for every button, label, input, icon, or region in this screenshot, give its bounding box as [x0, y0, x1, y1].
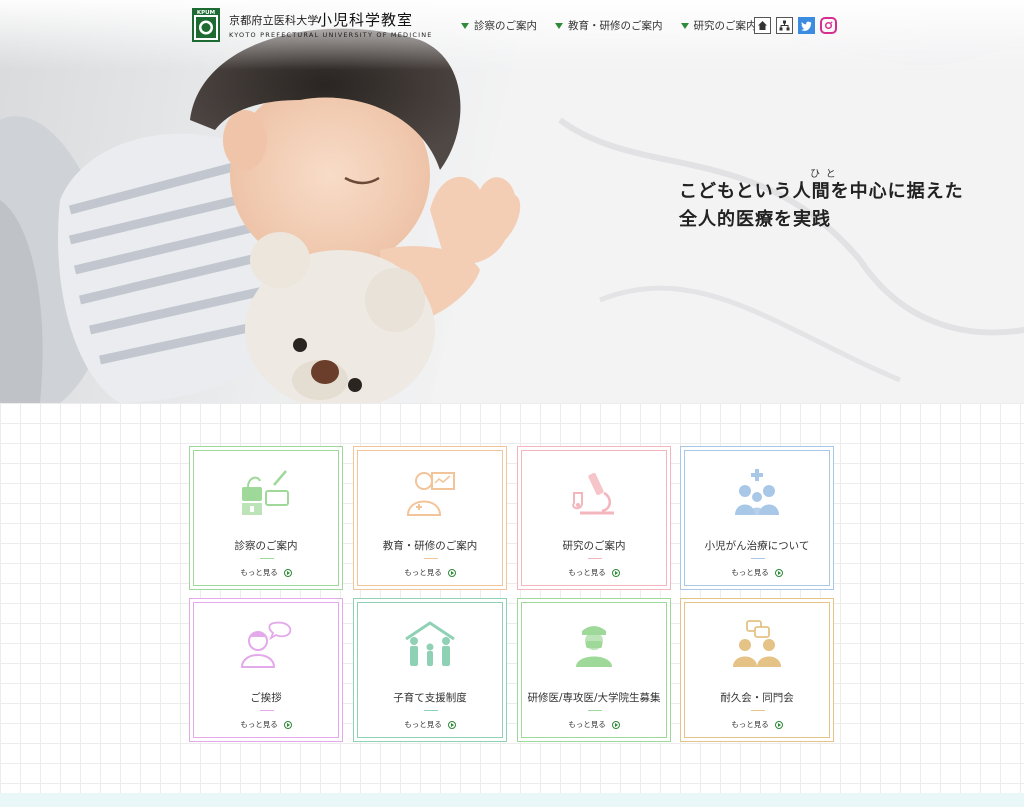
- surgeon-icon: [576, 626, 612, 667]
- catch-line-1: こどもという人間を中心に据えた: [679, 181, 964, 202]
- nav-label: 診察のご案内: [474, 20, 537, 32]
- home-icon[interactable]: [754, 17, 771, 34]
- header-icons: [754, 17, 837, 34]
- card-title: 診察のご案内: [234, 540, 298, 552]
- hero-image: ひと こどもという人間を中心に据えた 全人的医療を実践: [0, 0, 1024, 403]
- logo-department-name[interactable]: 小児科学教室: [317, 9, 413, 30]
- card-title: ご挨拶: [250, 692, 282, 704]
- menu-card-6[interactable]: 子育て支援制度 もっと見る: [353, 598, 507, 742]
- more-link[interactable]: もっと見る: [681, 719, 833, 730]
- card-underline: [424, 710, 438, 711]
- meeting-people-icon: [733, 620, 781, 667]
- logo-english-name: KYOTO PREFECTURAL UNIVERSITY OF MEDICINE: [229, 31, 433, 39]
- card-title: 教育・研修のご案内: [382, 540, 478, 552]
- card-underline: [260, 710, 274, 711]
- more-link-label: もっと見る: [731, 720, 769, 729]
- arrow-right-circle-icon: [447, 568, 456, 577]
- triangle-down-icon: [555, 22, 563, 29]
- footer-strip: [0, 793, 1024, 807]
- nav-item-clinic[interactable]: 診察のご案内: [461, 18, 537, 33]
- site-header: KPUM 京都府立医科大学 小児科学教室 KYOTO PREFECTURAL U…: [0, 0, 1024, 52]
- family-medical-icon: [735, 469, 779, 515]
- more-link[interactable]: もっと見る: [518, 719, 670, 730]
- kpum-logo-icon[interactable]: KPUM: [192, 8, 220, 42]
- card-title: 耐久会・同門会: [720, 692, 794, 704]
- triangle-down-icon: [680, 22, 689, 29]
- more-link-label: もっと見る: [731, 568, 769, 577]
- nav-item-education[interactable]: 教育・研修のご案内: [555, 18, 663, 33]
- card-underline: [424, 558, 438, 559]
- more-link[interactable]: もっと見る: [681, 567, 833, 578]
- menu-card-7[interactable]: 研修医/専攻医/大学院生募集 もっと見る: [517, 598, 671, 742]
- arrow-right-circle-icon: [283, 568, 292, 577]
- doctor-presentation-icon: [406, 472, 455, 516]
- arrow-right-circle-icon: [611, 568, 620, 577]
- triangle-down-icon: [461, 22, 469, 29]
- arrow-right-circle-icon: [283, 720, 292, 729]
- more-link-label: もっと見る: [404, 568, 442, 577]
- twitter-icon[interactable]: [798, 17, 815, 34]
- catch-copy: こどもという人間を中心に据えた 全人的医療を実践: [679, 178, 964, 234]
- more-link[interactable]: もっと見る: [354, 567, 506, 578]
- logo-university-name: 京都府立医科大学: [229, 14, 319, 27]
- menu-section: [0, 403, 1024, 793]
- more-link-label: もっと見る: [240, 720, 278, 729]
- arrow-right-circle-icon: [611, 720, 620, 729]
- nav-item-research[interactable]: 研究のご案内: [680, 18, 757, 33]
- microscope-icon: [572, 472, 614, 515]
- more-link-label: もっと見る: [404, 720, 442, 729]
- nurse-speech-icon: [240, 621, 292, 668]
- card-title: 研究のご案内: [562, 540, 626, 552]
- menu-card-4[interactable]: 小児がん治療について もっと見る: [680, 446, 834, 590]
- instagram-icon[interactable]: [820, 17, 837, 34]
- more-link[interactable]: もっと見る: [190, 567, 342, 578]
- sitemap-icon[interactable]: [776, 17, 793, 34]
- logo-mark-text: KPUM: [197, 10, 215, 16]
- card-underline: [588, 710, 602, 711]
- more-link[interactable]: もっと見る: [518, 567, 670, 578]
- card-underline: [260, 558, 274, 559]
- medical-equipment-icon: [242, 470, 289, 515]
- menu-card-5[interactable]: ご挨拶 もっと見る: [189, 598, 343, 742]
- card-title: 子育て支援制度: [393, 692, 467, 704]
- more-link-label: もっと見る: [568, 720, 606, 729]
- arrow-right-circle-icon: [447, 720, 456, 729]
- arrow-right-circle-icon: [774, 720, 783, 729]
- more-link[interactable]: もっと見る: [190, 719, 342, 730]
- menu-card-3[interactable]: 研究のご案内 もっと見る: [517, 446, 671, 590]
- family-house-icon: [405, 621, 455, 666]
- arrow-right-circle-icon: [774, 568, 783, 577]
- menu-card-1[interactable]: 診察のご案内 もっと見る: [189, 446, 343, 590]
- catch-line-2: 全人的医療を実践: [679, 209, 831, 230]
- menu-card-8[interactable]: 耐久会・同門会 もっと見る: [680, 598, 834, 742]
- more-link-label: もっと見る: [568, 568, 606, 577]
- menu-card-2[interactable]: 教育・研修のご案内 もっと見る: [353, 446, 507, 590]
- card-underline: [751, 710, 765, 711]
- more-link-label: もっと見る: [240, 568, 278, 577]
- more-link[interactable]: もっと見る: [354, 719, 506, 730]
- nav-label: 教育・研修のご案内: [568, 20, 663, 32]
- nav-label: 研究のご案内: [693, 20, 757, 32]
- card-underline: [588, 558, 602, 559]
- card-title: 小児がん治療について: [704, 540, 810, 552]
- card-underline: [751, 558, 765, 559]
- main-nav: 診察のご案内 教育・研修のご案内 研究のご案内: [461, 18, 775, 33]
- card-title: 研修医/専攻医/大学院生募集: [527, 692, 661, 704]
